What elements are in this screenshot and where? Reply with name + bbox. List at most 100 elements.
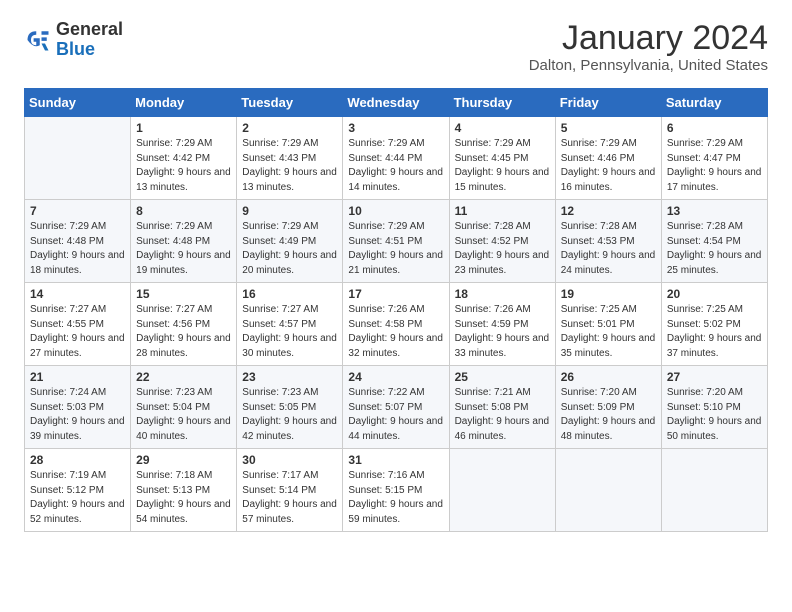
calendar-cell: 10 Sunrise: 7:29 AMSunset: 4:51 PMDayligh… xyxy=(343,200,449,283)
logo-blue-text: Blue xyxy=(56,40,123,60)
calendar-cell: 4 Sunrise: 7:29 AMSunset: 4:45 PMDaylight… xyxy=(449,117,555,200)
cell-text: Sunrise: 7:17 AMSunset: 5:14 PMDaylight:… xyxy=(242,470,337,525)
header: General Blue January 2024 Dalton, Pennsy… xyxy=(24,20,768,74)
day-number: 11 xyxy=(455,204,550,218)
cell-text: Sunrise: 7:29 AMSunset: 4:45 PMDaylight:… xyxy=(455,138,550,193)
day-number: 22 xyxy=(136,370,231,384)
cell-text: Sunrise: 7:29 AMSunset: 4:46 PMDaylight:… xyxy=(561,138,656,193)
day-number: 1 xyxy=(136,121,231,135)
calendar-cell: 1 Sunrise: 7:29 AMSunset: 4:42 PMDaylight… xyxy=(131,117,237,200)
cell-text: Sunrise: 7:28 AMSunset: 4:54 PMDaylight:… xyxy=(667,221,762,276)
cell-text: Sunrise: 7:26 AMSunset: 4:58 PMDaylight:… xyxy=(348,304,443,359)
day-number: 26 xyxy=(561,370,656,384)
header-sunday: Sunday xyxy=(25,89,131,117)
calendar-cell: 2 Sunrise: 7:29 AMSunset: 4:43 PMDaylight… xyxy=(237,117,343,200)
calendar-week-4: 21 Sunrise: 7:24 AMSunset: 5:03 PMDayligh… xyxy=(25,366,768,449)
header-monday: Monday xyxy=(131,89,237,117)
calendar-cell: 11Sunrise: 7:28 AMSunset: 4:52 PMDayligh… xyxy=(449,200,555,283)
cell-text: Sunrise: 7:16 AMSunset: 5:15 PMDaylight:… xyxy=(348,470,443,525)
day-number: 16 xyxy=(242,287,337,301)
cell-text: Sunrise: 7:27 AMSunset: 4:55 PMDaylight:… xyxy=(30,304,125,359)
cell-text: Sunrise: 7:20 AMSunset: 5:09 PMDaylight:… xyxy=(561,387,656,442)
cell-text: Sunrise: 7:26 AMSunset: 4:59 PMDaylight:… xyxy=(455,304,550,359)
calendar-header-row: SundayMondayTuesdayWednesdayThursdayFrid… xyxy=(25,89,768,117)
cell-text: Sunrise: 7:27 AMSunset: 4:56 PMDaylight:… xyxy=(136,304,231,359)
cell-text: Sunrise: 7:23 AMSunset: 5:05 PMDaylight:… xyxy=(242,387,337,442)
calendar-cell: 25 Sunrise: 7:21 AMSunset: 5:08 PMDayligh… xyxy=(449,366,555,449)
calendar-cell: 24 Sunrise: 7:22 AMSunset: 5:07 PMDayligh… xyxy=(343,366,449,449)
logo: General Blue xyxy=(24,20,123,60)
day-number: 3 xyxy=(348,121,443,135)
day-number: 12 xyxy=(561,204,656,218)
day-number: 18 xyxy=(455,287,550,301)
day-number: 28 xyxy=(30,453,125,467)
cell-text: Sunrise: 7:29 AMSunset: 4:49 PMDaylight:… xyxy=(242,221,337,276)
calendar-cell: 23 Sunrise: 7:23 AMSunset: 5:05 PMDayligh… xyxy=(237,366,343,449)
calendar-cell: 30 Sunrise: 7:17 AMSunset: 5:14 PMDayligh… xyxy=(237,449,343,532)
calendar-cell: 22 Sunrise: 7:23 AMSunset: 5:04 PMDayligh… xyxy=(131,366,237,449)
cell-text: Sunrise: 7:29 AMSunset: 4:42 PMDaylight:… xyxy=(136,138,231,193)
day-number: 2 xyxy=(242,121,337,135)
cell-text: Sunrise: 7:18 AMSunset: 5:13 PMDaylight:… xyxy=(136,470,231,525)
calendar-cell: 7 Sunrise: 7:29 AMSunset: 4:48 PMDaylight… xyxy=(25,200,131,283)
day-number: 23 xyxy=(242,370,337,384)
day-number: 29 xyxy=(136,453,231,467)
day-number: 20 xyxy=(667,287,762,301)
calendar-cell: 5 Sunrise: 7:29 AMSunset: 4:46 PMDaylight… xyxy=(555,117,661,200)
cell-text: Sunrise: 7:24 AMSunset: 5:03 PMDaylight:… xyxy=(30,387,125,442)
calendar-week-3: 14Sunrise: 7:27 AMSunset: 4:55 PMDayligh… xyxy=(25,283,768,366)
day-number: 13 xyxy=(667,204,762,218)
calendar-week-5: 28 Sunrise: 7:19 AMSunset: 5:12 PMDayligh… xyxy=(25,449,768,532)
month-title: January 2024 xyxy=(529,20,768,57)
cell-text: Sunrise: 7:21 AMSunset: 5:08 PMDaylight:… xyxy=(455,387,550,442)
cell-text: Sunrise: 7:25 AMSunset: 5:01 PMDaylight:… xyxy=(561,304,656,359)
calendar-cell: 15 Sunrise: 7:27 AMSunset: 4:56 PMDayligh… xyxy=(131,283,237,366)
day-number: 30 xyxy=(242,453,337,467)
calendar-week-2: 7 Sunrise: 7:29 AMSunset: 4:48 PMDaylight… xyxy=(25,200,768,283)
calendar-cell: 18 Sunrise: 7:26 AMSunset: 4:59 PMDayligh… xyxy=(449,283,555,366)
day-number: 25 xyxy=(455,370,550,384)
cell-text: Sunrise: 7:22 AMSunset: 5:07 PMDaylight:… xyxy=(348,387,443,442)
day-number: 24 xyxy=(348,370,443,384)
cell-text: Sunrise: 7:28 AMSunset: 4:53 PMDaylight:… xyxy=(561,221,656,276)
day-number: 21 xyxy=(30,370,125,384)
day-number: 5 xyxy=(561,121,656,135)
cell-text: Sunrise: 7:19 AMSunset: 5:12 PMDaylight:… xyxy=(30,470,125,525)
calendar-cell: 29 Sunrise: 7:18 AMSunset: 5:13 PMDayligh… xyxy=(131,449,237,532)
day-number: 10 xyxy=(348,204,443,218)
cell-text: Sunrise: 7:29 AMSunset: 4:48 PMDaylight:… xyxy=(30,221,125,276)
calendar-cell xyxy=(449,449,555,532)
day-number: 31 xyxy=(348,453,443,467)
cell-text: Sunrise: 7:23 AMSunset: 5:04 PMDaylight:… xyxy=(136,387,231,442)
calendar-cell: 26 Sunrise: 7:20 AMSunset: 5:09 PMDayligh… xyxy=(555,366,661,449)
calendar-cell: 8 Sunrise: 7:29 AMSunset: 4:48 PMDaylight… xyxy=(131,200,237,283)
cell-text: Sunrise: 7:29 AMSunset: 4:47 PMDaylight:… xyxy=(667,138,762,193)
cell-text: Sunrise: 7:29 AMSunset: 4:51 PMDaylight:… xyxy=(348,221,443,276)
title-area: January 2024 Dalton, Pennsylvania, Unite… xyxy=(529,20,768,74)
calendar-cell: 21 Sunrise: 7:24 AMSunset: 5:03 PMDayligh… xyxy=(25,366,131,449)
day-number: 8 xyxy=(136,204,231,218)
cell-text: Sunrise: 7:20 AMSunset: 5:10 PMDaylight:… xyxy=(667,387,762,442)
logo-icon xyxy=(24,26,52,54)
header-thursday: Thursday xyxy=(449,89,555,117)
logo-general-text: General xyxy=(56,20,123,40)
location-title: Dalton, Pennsylvania, United States xyxy=(529,57,768,74)
calendar-cell: 27Sunrise: 7:20 AMSunset: 5:10 PMDayligh… xyxy=(661,366,767,449)
calendar-week-1: 1 Sunrise: 7:29 AMSunset: 4:42 PMDaylight… xyxy=(25,117,768,200)
calendar-cell: 14Sunrise: 7:27 AMSunset: 4:55 PMDayligh… xyxy=(25,283,131,366)
day-number: 7 xyxy=(30,204,125,218)
day-number: 15 xyxy=(136,287,231,301)
calendar-cell: 13 Sunrise: 7:28 AMSunset: 4:54 PMDayligh… xyxy=(661,200,767,283)
calendar-cell xyxy=(25,117,131,200)
calendar-cell: 9 Sunrise: 7:29 AMSunset: 4:49 PMDaylight… xyxy=(237,200,343,283)
calendar-table: SundayMondayTuesdayWednesdayThursdayFrid… xyxy=(24,88,768,532)
cell-text: Sunrise: 7:29 AMSunset: 4:43 PMDaylight:… xyxy=(242,138,337,193)
day-number: 4 xyxy=(455,121,550,135)
header-tuesday: Tuesday xyxy=(237,89,343,117)
day-number: 9 xyxy=(242,204,337,218)
logo-text: General Blue xyxy=(56,20,123,60)
calendar-cell: 19Sunrise: 7:25 AMSunset: 5:01 PMDayligh… xyxy=(555,283,661,366)
cell-text: Sunrise: 7:27 AMSunset: 4:57 PMDaylight:… xyxy=(242,304,337,359)
cell-text: Sunrise: 7:29 AMSunset: 4:48 PMDaylight:… xyxy=(136,221,231,276)
calendar-cell xyxy=(555,449,661,532)
